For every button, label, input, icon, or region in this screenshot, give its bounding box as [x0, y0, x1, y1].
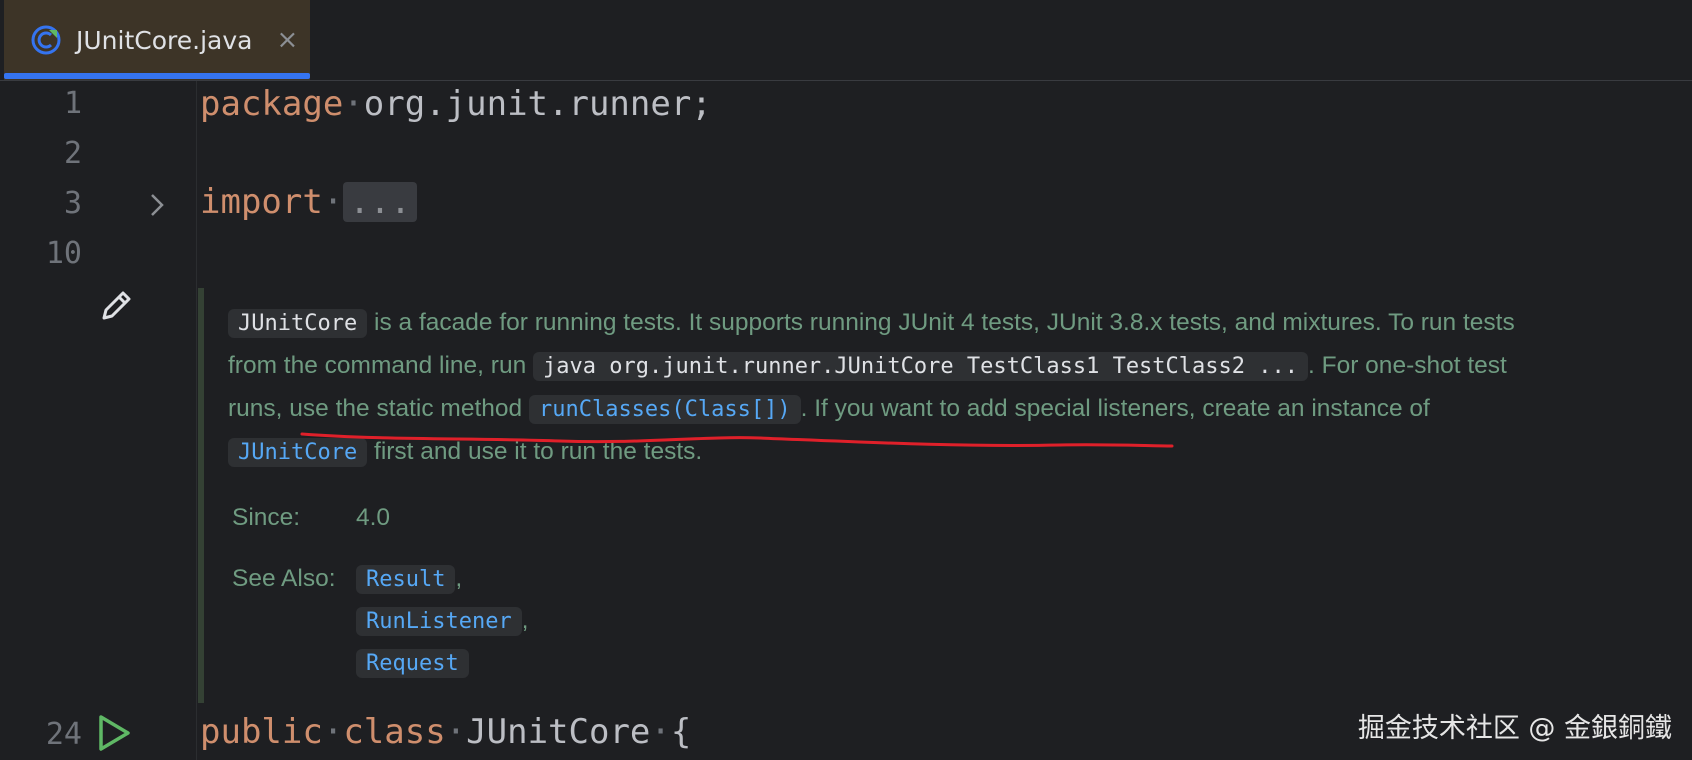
pencil-icon[interactable]: [96, 286, 136, 326]
keyword: package: [200, 84, 344, 124]
see-also-list: Result, RunListener, Request: [356, 558, 528, 684]
whitespace-marker: ·: [322, 182, 344, 222]
close-icon[interactable]: ×: [276, 25, 298, 55]
line-number: 1: [63, 86, 82, 121]
method-link[interactable]: runClasses(Class[]): [528, 395, 801, 424]
code-line-3[interactable]: import·...: [200, 182, 417, 222]
list-item: Result,: [356, 558, 528, 600]
line-number: 3: [63, 186, 82, 221]
list-item: Request: [356, 642, 528, 684]
separator: ,: [521, 607, 529, 634]
editor-tab-bar: JUnitCore.java ×: [0, 0, 1692, 81]
class-icon: [31, 25, 61, 55]
line-number: 24: [45, 717, 82, 752]
code-line-1[interactable]: package·org.junit.runner;: [200, 84, 712, 124]
gutter-divider: [196, 81, 197, 760]
line-number: 10: [45, 236, 82, 271]
whitespace-marker: ·: [322, 712, 344, 752]
chevron-right-icon[interactable]: [146, 191, 168, 219]
see-also-label: See Also:: [232, 565, 336, 592]
tab-junitcore[interactable]: JUnitCore.java ×: [4, 0, 310, 80]
brace: {: [670, 712, 692, 752]
package-name: org.junit.runner;: [363, 84, 712, 124]
whitespace-marker: ·: [343, 84, 364, 124]
code-chip: java org.junit.runner.JUnitCore TestClas…: [533, 352, 1309, 381]
doc-text: first and use it to run the tests.: [367, 438, 703, 465]
doc-text: . If you want to add special listeners, …: [800, 395, 1430, 422]
keyword: import: [200, 182, 323, 222]
since-row: Since: 4.0: [232, 504, 390, 532]
code-chip: JUnitCore: [228, 309, 368, 338]
keyword: public: [200, 712, 323, 752]
whitespace-marker: ·: [445, 712, 467, 752]
active-tab-indicator: [4, 73, 310, 79]
keyword: class: [343, 712, 446, 752]
class-name: JUnitCore: [466, 712, 651, 752]
see-also-link-request[interactable]: Request: [356, 648, 469, 678]
since-value: 4.0: [356, 504, 391, 531]
tab-title: JUnitCore.java: [76, 25, 253, 55]
watermark: 掘金技术社区 @ 金銀銅鐵: [1357, 713, 1672, 744]
folded-imports[interactable]: ...: [343, 182, 417, 222]
javadoc-marker: [198, 288, 204, 703]
whitespace-marker: ·: [650, 712, 671, 752]
line-number: 2: [63, 136, 82, 171]
javadoc-description: JUnitCore is a facade for running tests.…: [228, 302, 1538, 474]
class-link[interactable]: JUnitCore: [228, 438, 368, 467]
code-line-24[interactable]: public·class·JUnitCore·{: [200, 712, 691, 752]
see-also-link-result[interactable]: Result: [356, 564, 456, 594]
see-also-link-runlistener[interactable]: RunListener: [356, 606, 522, 636]
run-icon[interactable]: [96, 713, 132, 753]
list-item: RunListener,: [356, 600, 528, 642]
separator: ,: [455, 565, 463, 592]
since-label: Since:: [232, 504, 301, 531]
